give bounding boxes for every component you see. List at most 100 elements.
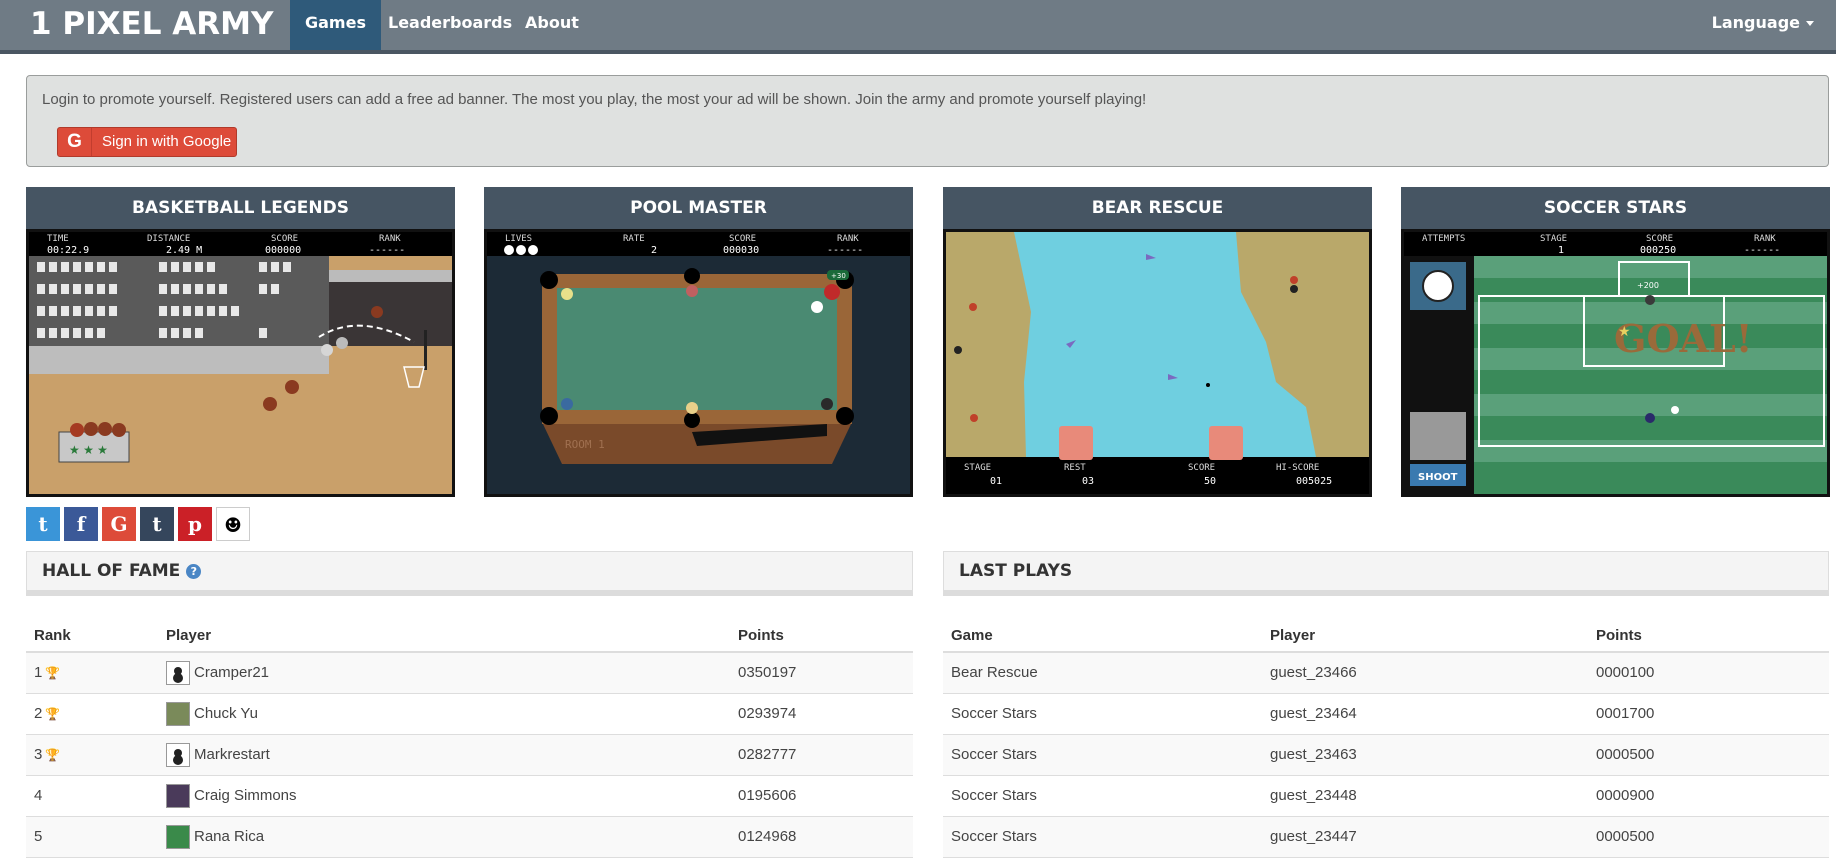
alert-text: Login to promote yourself. Registered us…: [42, 91, 1147, 108]
player-cell[interactable]: Cramper21: [158, 652, 730, 694]
hud-value: 2.49 M: [166, 245, 202, 256]
points-value: 0000900: [1588, 775, 1829, 817]
column-header-rank: Rank: [26, 620, 158, 653]
game-name[interactable]: Bear Rescue: [943, 652, 1262, 694]
rank-value: 3: [34, 746, 43, 763]
game-name[interactable]: Soccer Stars: [943, 775, 1262, 817]
player-cell[interactable]: Markrestart: [158, 734, 730, 776]
game-screenshot[interactable]: STAGE REST SCORE HI-SCORE 01 03 50 00502…: [943, 229, 1372, 497]
player-name[interactable]: Craig Simmons: [194, 786, 297, 803]
hud-label: SCORE: [1188, 463, 1215, 473]
hud-label: RANK: [1754, 234, 1776, 244]
avatar: [166, 783, 190, 808]
player-name[interactable]: Markrestart: [194, 745, 270, 762]
column-header-points: Points: [1588, 620, 1829, 653]
hud-value: ------: [827, 245, 863, 256]
trophy-gold-icon: 🏆: [45, 666, 61, 681]
hud-value: 01: [990, 476, 1002, 487]
game-card-soccer-stars[interactable]: SOCCER STARS ATTEMPTS STAGE SCORE RANK 1…: [1401, 187, 1830, 497]
hud-label: REST: [1064, 463, 1086, 473]
hud-label: RANK: [379, 234, 401, 244]
hud-value: 000030: [723, 245, 759, 256]
login-alert: Login to promote yourself. Registered us…: [26, 75, 1829, 167]
player-cell[interactable]: Craig Simmons: [158, 775, 730, 817]
player-name[interactable]: Chuck Yu: [194, 704, 258, 721]
game-card-pool[interactable]: POOL MASTER LIVES RATE SCORE RANK 2 0000…: [484, 187, 913, 497]
hud-value: ------: [369, 245, 405, 256]
hud-value: 000250: [1640, 245, 1676, 256]
points-value: 0350197: [730, 652, 913, 694]
table-row: Soccer Stars guest_23447 0000500: [943, 816, 1829, 858]
hud-label: SCORE: [1646, 234, 1673, 244]
google-plus-icon[interactable]: G: [102, 507, 136, 541]
trophy-bronze-icon: 🏆: [45, 748, 61, 763]
rank-value: 2: [34, 705, 43, 722]
last-plays-title: LAST PLAYS: [959, 561, 1073, 581]
top-navbar: 1 PIXEL ARMY Games Leaderboards About La…: [0, 0, 1836, 54]
hud-label: STAGE: [964, 463, 991, 473]
game-card-basketball[interactable]: BASKETBALL LEGENDS TIME DISTANCE SCORE R…: [26, 187, 455, 497]
points-value: 0001700: [1588, 693, 1829, 735]
hud-label: ATTEMPTS: [1422, 234, 1465, 244]
caret-down-icon: [1806, 21, 1814, 26]
last-plays-header: LAST PLAYS: [943, 551, 1829, 596]
bonus-label: +30: [831, 272, 846, 280]
hud-value: 2: [651, 245, 657, 256]
hud-value: 03: [1082, 476, 1094, 487]
google-signin-label: Sign in with Google: [102, 133, 232, 150]
game-screenshot[interactable]: LIVES RATE SCORE RANK 2 000030 ------ +3…: [484, 229, 913, 497]
table-row: 1 🏆 Cramper21 0350197: [26, 652, 913, 694]
shoot-button-label: SHOOT: [1418, 472, 1458, 483]
soccer-stars-scene: ATTEMPTS STAGE SCORE RANK 1 000250 -----…: [1404, 232, 1827, 494]
rank-value: 1: [34, 664, 43, 682]
player-name[interactable]: Cramper21: [194, 664, 269, 681]
bonus-label: +200: [1637, 281, 1659, 290]
avatar: [166, 824, 190, 849]
avatar: [166, 660, 190, 685]
language-dropdown[interactable]: Language: [1712, 0, 1814, 50]
rank-value: 5: [34, 828, 43, 845]
table-row: Soccer Stars guest_23464 0001700: [943, 693, 1829, 735]
game-name[interactable]: Soccer Stars: [943, 693, 1262, 735]
brand-logo[interactable]: 1 PIXEL ARMY: [30, 6, 273, 42]
room-label: ROOM 1: [565, 438, 605, 451]
nav-games[interactable]: Games: [290, 0, 381, 50]
player-name: guest_23466: [1262, 652, 1588, 694]
hall-of-fame-title: HALL OF FAME: [42, 561, 181, 581]
player-name: guest_23464: [1262, 693, 1588, 735]
game-title[interactable]: SOCCER STARS: [1401, 187, 1830, 229]
twitter-icon[interactable]: t: [26, 507, 60, 541]
tumblr-icon[interactable]: t: [140, 507, 174, 541]
game-screenshot[interactable]: ATTEMPTS STAGE SCORE RANK 1 000250 -----…: [1401, 229, 1830, 497]
game-title[interactable]: BEAR RESCUE: [943, 187, 1372, 229]
bear-rescue-scene: STAGE REST SCORE HI-SCORE 01 03 50 00502…: [946, 232, 1369, 494]
game-screenshot[interactable]: TIME DISTANCE SCORE RANK 00:22.9 2.49 M …: [26, 229, 455, 497]
game-title[interactable]: POOL MASTER: [484, 187, 913, 229]
table-row: 2 🏆 Chuck Yu 0293974: [26, 693, 913, 735]
pinterest-icon[interactable]: p: [178, 507, 212, 541]
game-card-bear-rescue[interactable]: BEAR RESCUE STAGE REST SCORE HI-SCORE 01…: [943, 187, 1372, 497]
hud-value: 00:22.9: [47, 245, 89, 256]
reddit-icon[interactable]: ☻: [216, 507, 250, 541]
game-title[interactable]: BASKETBALL LEGENDS: [26, 187, 455, 229]
player-cell[interactable]: Chuck Yu: [158, 693, 730, 735]
avatar: [166, 742, 190, 767]
help-icon[interactable]: ?: [186, 563, 202, 579]
game-name[interactable]: Soccer Stars: [943, 734, 1262, 776]
google-icon: G: [58, 128, 92, 156]
nav-leaderboards[interactable]: Leaderboards: [373, 0, 527, 50]
player-name: guest_23447: [1262, 816, 1588, 858]
game-name[interactable]: Soccer Stars: [943, 816, 1262, 858]
language-label: Language: [1711, 13, 1800, 32]
column-header-player: Player: [158, 620, 730, 653]
goal-label: GOAL!: [1614, 316, 1752, 361]
player-name[interactable]: Rana Rica: [194, 827, 264, 844]
nav-about[interactable]: About: [510, 0, 594, 50]
table-row: 3 🏆 Markrestart 0282777: [26, 734, 913, 776]
facebook-icon[interactable]: f: [64, 507, 98, 541]
google-signin-button[interactable]: G Sign in with Google: [57, 127, 237, 157]
player-cell[interactable]: Rana Rica: [158, 816, 730, 858]
player-name: guest_23448: [1262, 775, 1588, 817]
player-name: guest_23463: [1262, 734, 1588, 776]
points-value: 0000500: [1588, 734, 1829, 776]
